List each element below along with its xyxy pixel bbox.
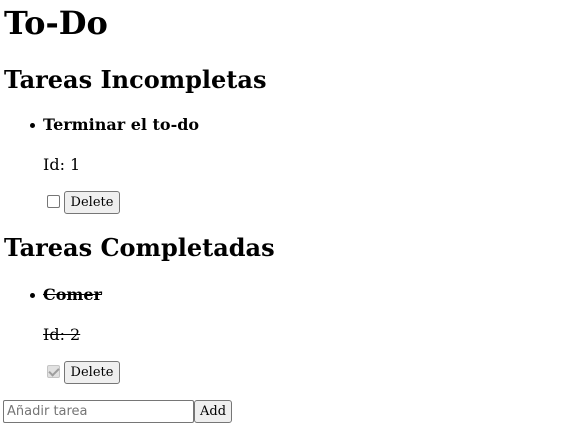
new-task-input[interactable] xyxy=(3,400,194,423)
task-id-text: Id: 1 xyxy=(43,155,81,174)
task-title: Terminar el to-do xyxy=(29,115,200,135)
task-title: Comer xyxy=(30,285,102,305)
task-id: Id: 1 xyxy=(43,155,80,175)
todo-app: To-Do Tareas Incompletas Terminar el to-… xyxy=(0,0,583,444)
task-id: Id: 2 xyxy=(43,325,80,345)
add-task-button[interactable]: Add xyxy=(194,400,232,423)
task-title-text: Terminar el to-do xyxy=(43,115,200,134)
delete-task-button[interactable]: Delete xyxy=(64,361,120,384)
task-complete-checkbox[interactable] xyxy=(47,195,60,208)
page-title: To-Do xyxy=(4,4,108,42)
task-id-text: Id: 2 xyxy=(43,325,81,344)
incomplete-tasks-heading: Tareas Incompletas xyxy=(4,65,267,94)
completed-tasks-heading: Tareas Completadas xyxy=(4,233,275,262)
task-title-text: Comer xyxy=(43,285,102,304)
delete-task-button[interactable]: Delete xyxy=(64,191,120,214)
task-complete-checkbox-checked[interactable] xyxy=(47,365,60,378)
